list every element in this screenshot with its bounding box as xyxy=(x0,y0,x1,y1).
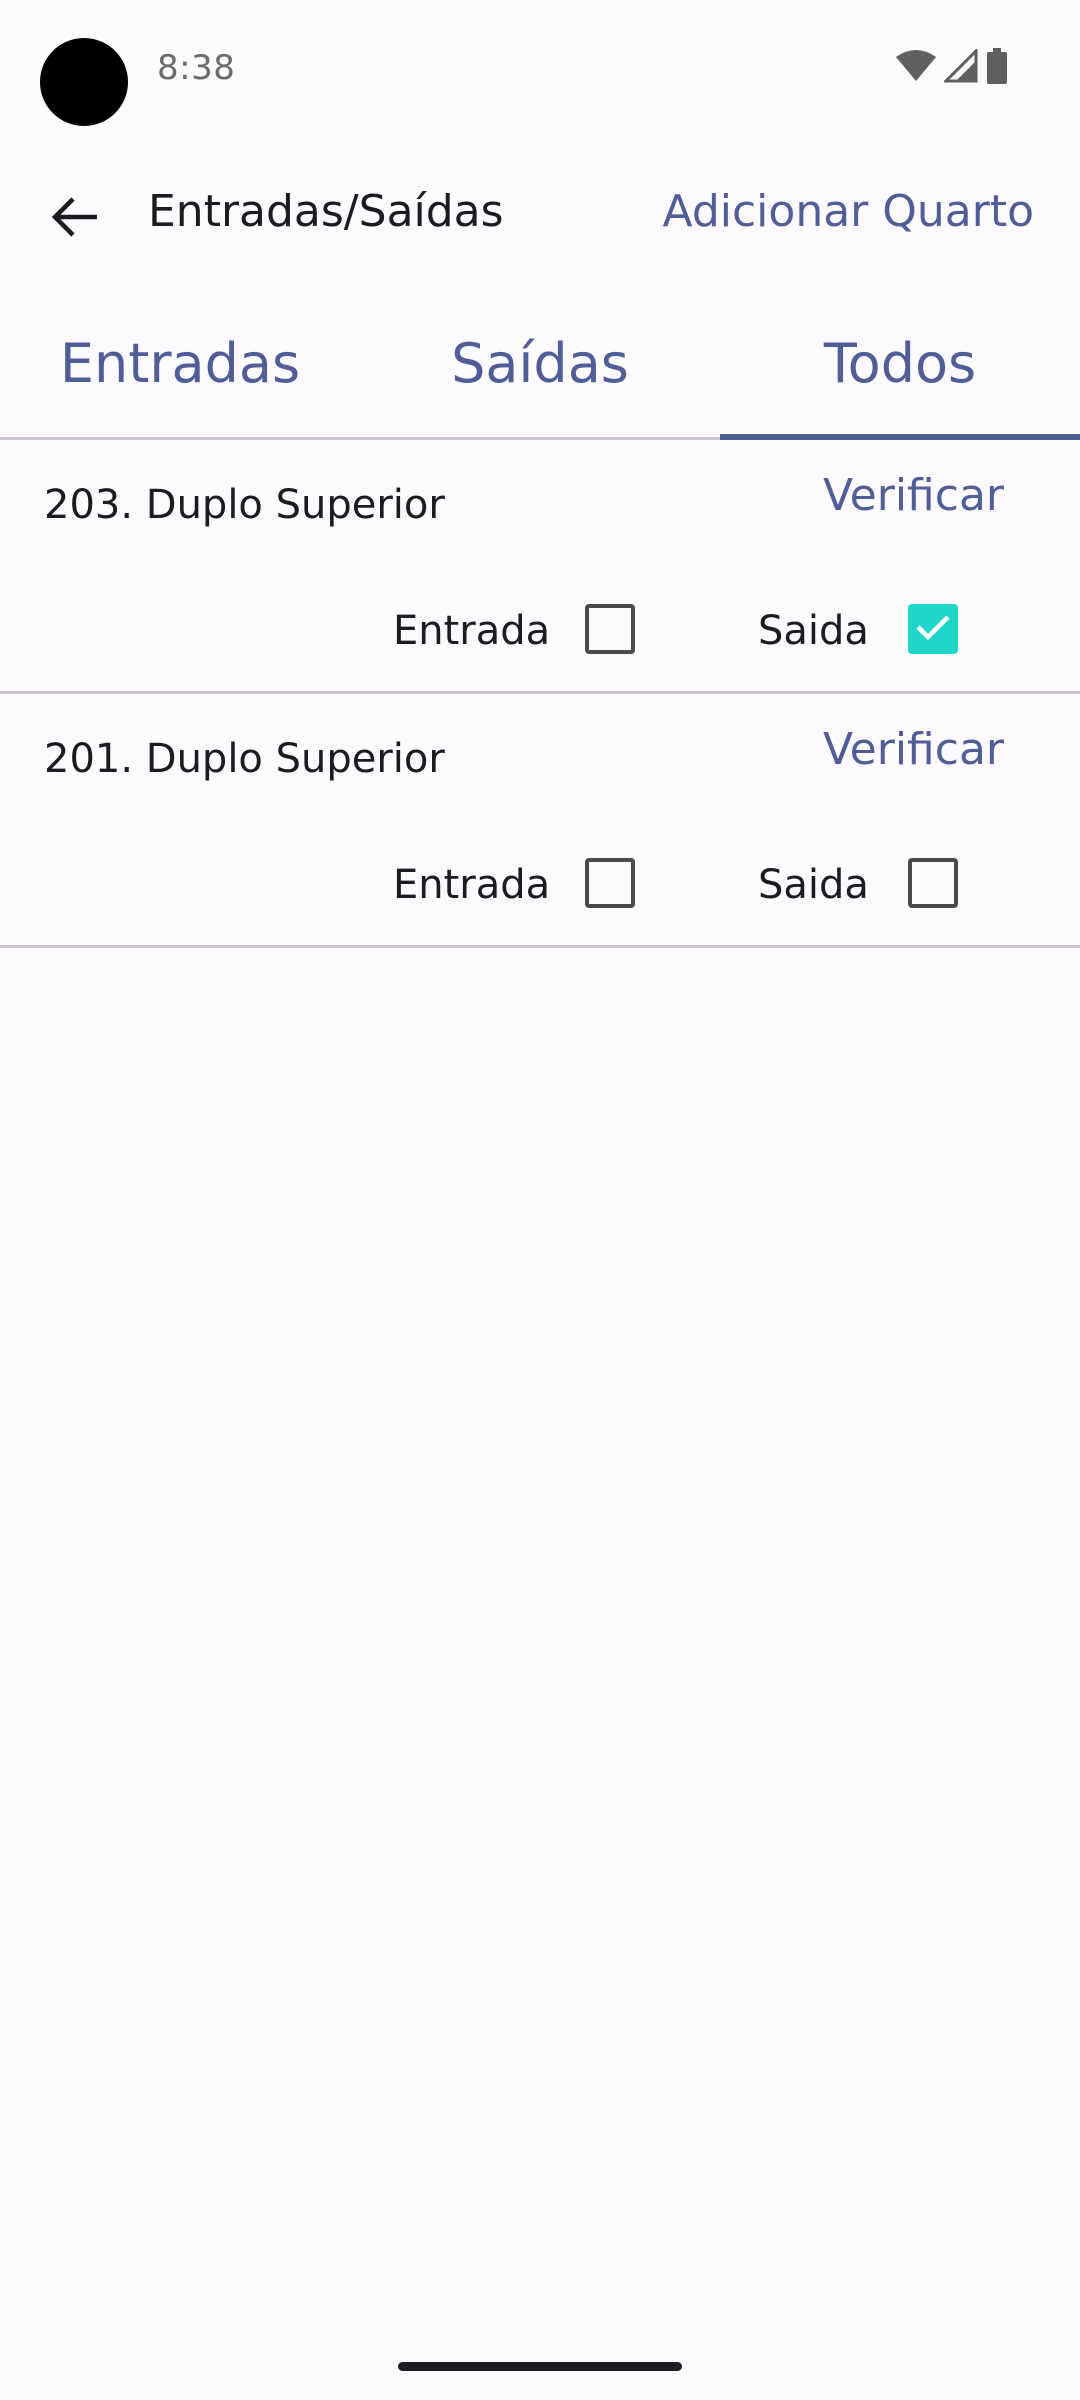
room-row: 203. Duplo Superior Verificar Entrada Sa… xyxy=(0,440,1080,694)
tab-label: Todos xyxy=(823,332,977,395)
wifi-icon xyxy=(896,49,936,87)
page-title: Entradas/Saídas xyxy=(148,186,504,237)
entrada-label: Entrada xyxy=(393,608,551,654)
saida-label: Saida xyxy=(758,862,869,908)
tab-bar: Entradas Saídas Todos xyxy=(0,300,1080,440)
entrada-label: Entrada xyxy=(393,862,551,908)
entrada-checkbox[interactable] xyxy=(585,858,635,908)
status-time: 8:38 xyxy=(157,48,236,88)
room-name: 201. Duplo Superior xyxy=(44,736,445,782)
tab-todos[interactable]: Todos xyxy=(720,300,1080,440)
entrada-checkbox[interactable] xyxy=(585,604,635,654)
tab-entradas[interactable]: Entradas xyxy=(0,300,360,437)
back-button[interactable] xyxy=(40,184,110,254)
saida-label: Saida xyxy=(758,608,869,654)
verify-button[interactable]: Verificar xyxy=(823,724,1004,775)
room-row: 201. Duplo Superior Verificar Entrada Sa… xyxy=(0,694,1080,948)
tab-label: Entradas xyxy=(59,332,301,395)
verify-button[interactable]: Verificar xyxy=(823,470,1004,521)
tab-label: Saídas xyxy=(451,332,629,395)
status-icons xyxy=(896,47,1008,88)
add-room-button[interactable]: Adicionar Quarto xyxy=(663,186,1035,237)
tab-saidas[interactable]: Saídas xyxy=(360,300,720,437)
saida-checkbox[interactable] xyxy=(908,604,958,654)
camera-cutout xyxy=(40,38,128,126)
signal-icon xyxy=(942,47,978,87)
top-app-bar: Entradas/Saídas Adicionar Quarto xyxy=(0,160,1080,270)
status-bar: 8:38 xyxy=(0,0,1080,140)
saida-checkbox[interactable] xyxy=(908,858,958,908)
checkmark-icon xyxy=(915,613,951,645)
gesture-navigation-handle[interactable] xyxy=(398,2362,682,2371)
battery-icon xyxy=(986,48,1008,88)
room-name: 203. Duplo Superior xyxy=(44,482,445,528)
arrow-back-icon xyxy=(51,195,99,243)
